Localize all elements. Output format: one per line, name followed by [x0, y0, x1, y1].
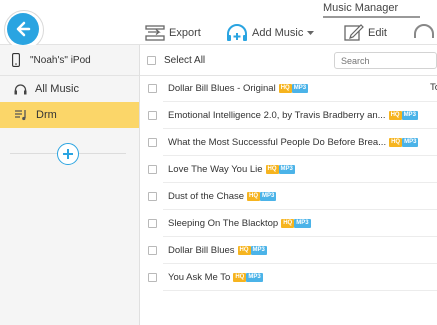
- edit-label: Edit: [368, 27, 387, 39]
- mp3-badge: MP3: [402, 137, 419, 147]
- plus-icon: [63, 149, 73, 159]
- device-selector[interactable]: "Noah's" iPod: [0, 45, 139, 76]
- search-input[interactable]: [334, 52, 437, 69]
- headphones-icon: [414, 24, 434, 38]
- add-music-icon: [227, 24, 247, 41]
- row-checkbox[interactable]: [148, 273, 157, 282]
- list-item[interactable]: Dust of the Chase HQ MP3: [140, 183, 437, 210]
- extra-toolbar-button[interactable]: [413, 22, 437, 44]
- track-title: Sleeping On The Blacktop HQ MP3: [168, 218, 311, 229]
- track-title: What the Most Successful People Do Befor…: [168, 137, 419, 148]
- export-button[interactable]: Export: [145, 22, 201, 44]
- hq-badge: HQ: [281, 218, 295, 228]
- select-all-label[interactable]: Select All: [164, 55, 205, 66]
- track-title: Love The Way You Lie HQ MP3: [168, 164, 295, 175]
- select-all-checkbox[interactable]: [147, 55, 156, 65]
- row-checkbox[interactable]: [148, 138, 157, 147]
- row-checkbox[interactable]: [148, 111, 157, 120]
- list-item[interactable]: Sleeping On The Blacktop HQ MP3: [140, 210, 437, 237]
- track-title: Dollar Bill Blues HQ MP3: [168, 245, 267, 256]
- playlist-icon: [15, 110, 26, 121]
- add-music-label: Add Music: [252, 27, 304, 39]
- edit-icon: [344, 24, 364, 41]
- top-toolbar: Music Manager Export Add Music Edit: [0, 0, 437, 50]
- mp3-badge: MP3: [291, 83, 309, 93]
- row-checkbox[interactable]: [148, 219, 157, 228]
- row-checkbox[interactable]: [148, 165, 157, 174]
- window-title: Music Manager: [323, 0, 420, 18]
- add-playlist-button[interactable]: [57, 143, 79, 165]
- arrow-left-icon: [16, 21, 31, 37]
- list-item[interactable]: Dollar Bill Blues HQ MP3: [140, 237, 437, 264]
- row-checkbox[interactable]: [148, 246, 157, 255]
- ipod-icon: [12, 53, 20, 67]
- track-title: Dollar Bill Blues - Original HQ MP3: [168, 83, 309, 94]
- mp3-badge: MP3: [246, 272, 263, 282]
- list-item[interactable]: Emotional Intelligence 2.0, by Travis Br…: [140, 102, 437, 129]
- track-list-panel: Select All To Dollar Bill Blues - Origin…: [140, 45, 437, 325]
- add-playlist-row: [10, 143, 126, 165]
- list-item[interactable]: You Ask Me To HQ MP3: [140, 264, 437, 291]
- mp3-badge: MP3: [260, 191, 277, 201]
- chevron-down-icon[interactable]: [306, 29, 315, 37]
- row-checkbox[interactable]: [148, 192, 157, 201]
- track-title: Emotional Intelligence 2.0, by Travis Br…: [168, 110, 418, 121]
- hq-badge: HQ: [237, 245, 251, 255]
- list-item[interactable]: Dollar Bill Blues - Original HQ MP3: [140, 75, 437, 102]
- edit-button[interactable]: Edit: [344, 22, 387, 44]
- sidebar-item-label: Drm: [36, 109, 57, 121]
- sidebar-item-drm[interactable]: Drm: [0, 102, 139, 128]
- device-name: "Noah's" iPod: [30, 54, 91, 66]
- list-item[interactable]: Love The Way You Lie HQ MP3: [140, 156, 437, 183]
- list-item[interactable]: What the Most Successful People Do Befor…: [140, 129, 437, 156]
- hq-badge: HQ: [388, 110, 402, 120]
- export-icon: [145, 25, 165, 41]
- sidebar-item-all-music[interactable]: All Music: [0, 76, 139, 102]
- hq-badge: HQ: [389, 137, 403, 147]
- hq-badge: HQ: [265, 164, 279, 174]
- sidebar-item-label: All Music: [35, 83, 80, 95]
- mp3-badge: MP3: [401, 110, 418, 120]
- mp3-badge: MP3: [294, 218, 311, 228]
- back-button[interactable]: [7, 13, 39, 45]
- row-divider: [163, 290, 437, 291]
- hq-badge: HQ: [233, 272, 247, 282]
- track-title: You Ask Me To HQ MP3: [168, 272, 263, 283]
- sidebar: "Noah's" iPod All Music Drm: [0, 45, 140, 325]
- mp3-badge: MP3: [278, 164, 295, 174]
- hq-badge: HQ: [247, 191, 261, 201]
- row-checkbox[interactable]: [148, 84, 157, 93]
- headphones-icon: [14, 84, 27, 95]
- hq-badge: HQ: [278, 83, 292, 93]
- track-title: Dust of the Chase HQ MP3: [168, 191, 277, 202]
- export-label: Export: [169, 27, 201, 39]
- add-music-button[interactable]: Add Music: [226, 22, 319, 44]
- mp3-badge: MP3: [250, 245, 267, 255]
